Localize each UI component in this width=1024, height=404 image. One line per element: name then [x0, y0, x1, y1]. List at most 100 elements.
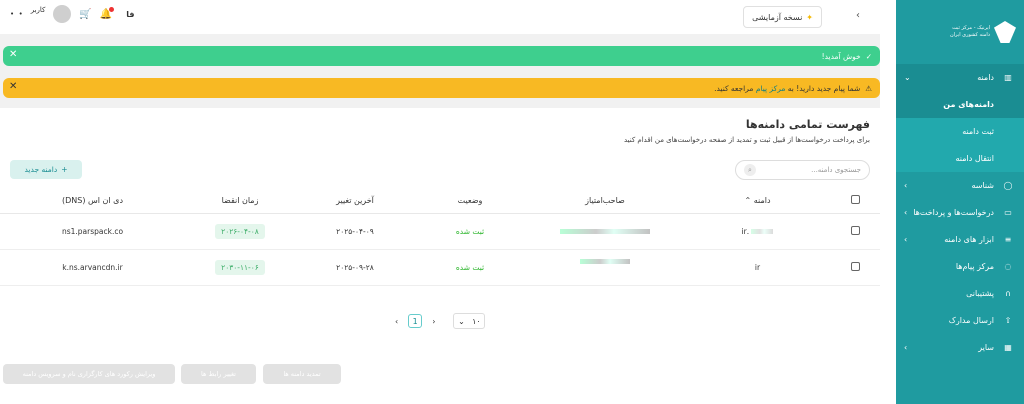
logo: ایرنیک - مرکز ثبت دامنه کشوری ایران	[896, 0, 1024, 64]
change-contacts-button[interactable]: تغییر رابط ها	[181, 364, 256, 384]
grid-icon: ▦	[1004, 343, 1012, 352]
row-checkbox[interactable]	[850, 261, 860, 271]
next-page-icon[interactable]: ›	[432, 317, 435, 326]
sidebar-item[interactable]: ثبت دامنه	[896, 118, 1024, 145]
user-name-dots: • •	[10, 10, 23, 18]
page-subtitle: برای پرداخت درخواست‌ها از قبیل ثبت و تمد…	[623, 136, 870, 144]
sidebar-item[interactable]: ≡ ابزار های دامنه ›	[896, 226, 1024, 253]
row-select-cell[interactable]	[830, 249, 880, 286]
expiry-badge: ۲۰۲۶-۰۴-۰۸	[215, 223, 265, 239]
header-domain-label: دامنه	[753, 195, 771, 205]
dns-cell: ns1.parspack.co	[0, 213, 185, 250]
sidebar-item-label: شناسه	[971, 181, 994, 190]
trial-label: نسخه آزمایشی	[752, 12, 803, 22]
top-bar: ‹ ✦ نسخه آزمایشی • • کاربر 🛒 🔔 فا	[0, 0, 880, 34]
domains-table: دامنه ⌃ صاحب‌امتیاز وضعیت آخرین تغییر زم…	[0, 188, 880, 286]
select-all-cell[interactable]	[830, 188, 880, 214]
last-change-cell: ۲۰۲۵-۰۹-۲۸	[295, 249, 415, 286]
sidebar-item[interactable]: ∩ پشتیبانی	[896, 280, 1024, 307]
sort-icon[interactable]: ⌃	[744, 196, 751, 205]
page-title: فهرست تمامی دامنه‌ها	[745, 118, 870, 131]
sidebar-item-label: پشتیبانی	[966, 289, 994, 298]
message-suffix: مراجعه کنید.	[714, 83, 754, 93]
check-circle-icon: ✓	[865, 51, 872, 61]
last-change-cell: ۲۰۲۵-۰۴-۰۹	[295, 213, 415, 250]
blurred-owner	[580, 258, 630, 264]
table-header-row: دامنه ⌃ صاحب‌امتیاز وضعیت آخرین تغییر زم…	[0, 188, 880, 214]
blurred-domain	[751, 228, 774, 234]
sidebar-item[interactable]: ◌ مرکز پیام‌ها	[896, 253, 1024, 280]
sidebar-item[interactable]: انتقال دامنه	[896, 145, 1024, 172]
row-checkbox[interactable]	[850, 225, 860, 235]
chevron-right-icon: ›	[904, 235, 908, 244]
irnic-logo-mark	[994, 21, 1016, 43]
welcome-alert: ✓ خوش آمدید! ✕	[3, 46, 880, 66]
table-row[interactable]: ir ثبت شده ۲۰۲۵-۰۹-۲۸ ۲۰۳۰-۱۱-۰۶ k.ns.ar…	[0, 249, 880, 286]
sidebar-item-label: ثبت دامنه	[962, 127, 994, 136]
header-expiry: زمان انقضا	[185, 188, 295, 214]
welcome-text: خوش آمدید!	[821, 51, 861, 61]
table-row[interactable]: .ir ثبت شده ۲۰۲۵-۰۴-۰۹ ۲۰۲۶-۰۴-۰۸ ns1.pa…	[0, 213, 880, 250]
chart-icon: ▥	[1004, 73, 1012, 82]
language-toggle[interactable]: فا	[126, 10, 134, 19]
bell-icon[interactable]: 🔔	[100, 6, 115, 20]
domain-cell[interactable]: .ir	[685, 213, 830, 250]
upload-icon: ⇧	[1004, 316, 1012, 325]
collapse-arrow-icon[interactable]: ‹	[856, 10, 860, 21]
close-icon[interactable]: ✕	[9, 81, 17, 92]
owner-cell	[525, 249, 685, 286]
card-icon: ▭	[1004, 208, 1012, 217]
page-size-select[interactable]: ⌄ ۱۰	[453, 313, 486, 329]
sidebar-item[interactable]: ▥ دامنه ⌄	[896, 64, 1024, 91]
chevron-right-icon: ›	[904, 181, 908, 190]
row-select-cell[interactable]	[830, 213, 880, 250]
chevron-down-icon: ⌄	[904, 73, 911, 82]
expiry-cell: ۲۰۲۶-۰۴-۰۸	[185, 213, 295, 250]
blurred-owner	[560, 228, 650, 234]
chevron-down-icon: ⌄	[458, 316, 465, 326]
new-domain-button[interactable]: + دامنه جدید	[10, 160, 82, 179]
sidebar-item-label: مرکز پیام‌ها	[955, 262, 994, 271]
header-status: وضعیت	[415, 188, 525, 214]
header-domain[interactable]: دامنه ⌃	[685, 188, 830, 214]
sidebar-item-label: دامنه‌های من	[943, 100, 994, 109]
search-icon: ⌕	[744, 164, 756, 176]
message-alert: ⚠ شما پیام جدید دارید! به مرکز پیام مراج…	[3, 78, 880, 98]
message-center-link[interactable]: مرکز پیام	[756, 84, 786, 93]
user-area[interactable]: • • کاربر 🛒 🔔 فا	[10, 5, 135, 23]
avatar[interactable]	[53, 5, 72, 23]
pagination: ‹ 1 › ⌄ ۱۰	[395, 313, 486, 329]
owner-cell	[525, 213, 685, 250]
header-owner: صاحب‌امتیاز	[525, 188, 685, 214]
sidebar-item[interactable]: ◯ شناسه ›	[896, 172, 1024, 199]
message-prefix: شما پیام جدید دارید! به	[787, 83, 861, 93]
new-domain-label: دامنه جدید	[24, 165, 58, 174]
sidebar-item[interactable]: ⇧ ارسال مدارک	[896, 307, 1024, 334]
sidebar-item[interactable]: ▭ درخواست‌ها و پرداخت‌ها ›	[896, 199, 1024, 226]
select-all-checkbox[interactable]	[850, 194, 860, 204]
logo-line-2: دامنه کشوری ایران	[949, 32, 990, 38]
scrollbar-track[interactable]	[880, 0, 896, 404]
search-input[interactable]: جستجوی دامنه... ⌕	[735, 160, 870, 180]
edit-nameservers-button[interactable]: ویرایش رکورد های کارگزاری نام و سرویس دا…	[3, 364, 175, 384]
trial-version-button[interactable]: ✦ نسخه آزمایشی	[743, 6, 822, 28]
status-cell: ثبت شده	[415, 213, 525, 250]
message-icon: ◌	[1004, 262, 1012, 271]
message-alert-text: شما پیام جدید دارید! به مرکز پیام مراجعه…	[714, 84, 860, 93]
renew-domains-button[interactable]: تمدید دامنه ها	[263, 364, 341, 384]
header-last-change: آخرین تغییر	[295, 188, 415, 214]
chevron-right-icon: ›	[904, 343, 908, 352]
sidebar-item[interactable]: دامنه‌های من	[896, 91, 1024, 118]
cart-icon[interactable]: 🛒	[79, 9, 91, 20]
close-icon[interactable]: ✕	[9, 49, 17, 60]
prev-page-icon[interactable]: ‹	[395, 317, 398, 326]
domain-cell[interactable]: ir	[685, 249, 830, 286]
search-placeholder: جستجوی دامنه...	[811, 166, 861, 174]
plus-icon: +	[61, 165, 68, 174]
page-size-value: ۱۰	[472, 316, 481, 326]
chevron-right-icon: ›	[904, 208, 908, 217]
sidebar-item[interactable]: ▦ سایر ›	[896, 334, 1024, 361]
dns-cell: k.ns.arvancdn.ir	[0, 249, 185, 286]
logo-line-1: ایرنیک - مرکز ثبت	[952, 25, 990, 31]
page-number[interactable]: 1	[408, 314, 423, 328]
